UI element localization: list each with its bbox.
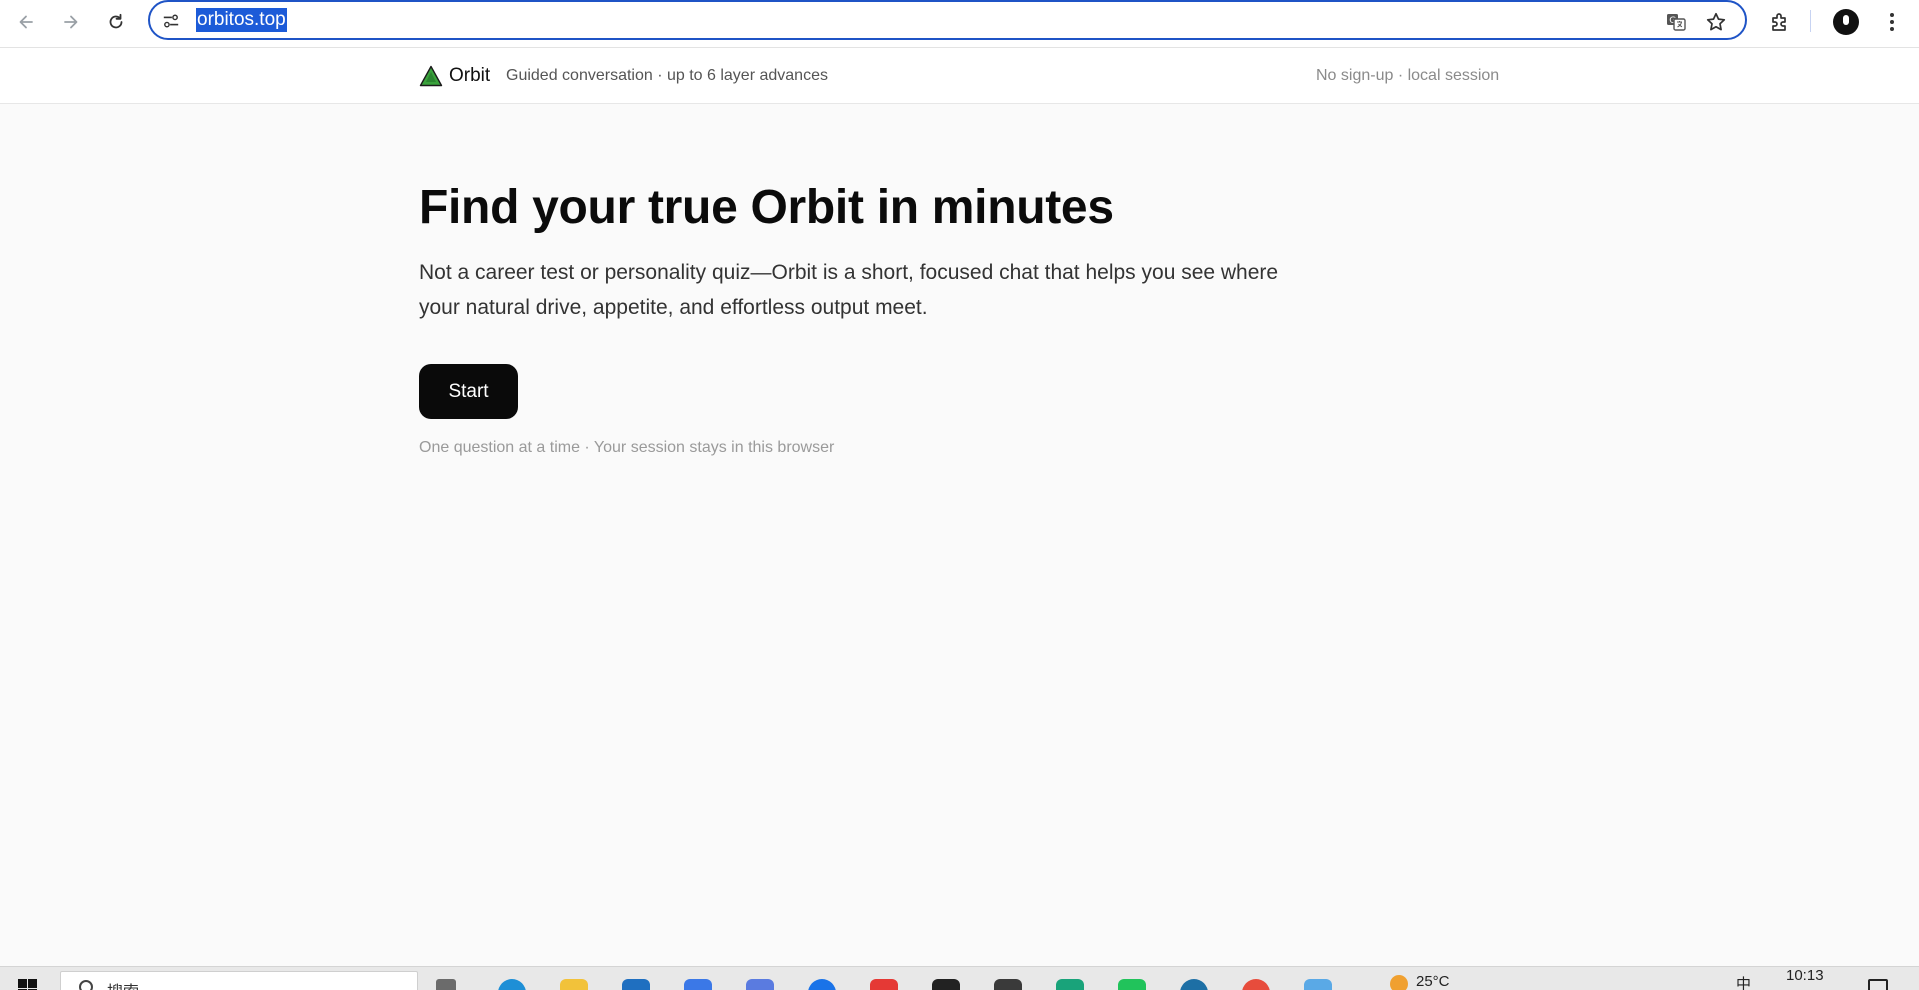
app-icon-dark[interactable]: [932, 979, 960, 990]
app-icon-indigo[interactable]: [746, 979, 774, 990]
session-note: No sign-up · local session: [1316, 67, 1500, 84]
brand-link[interactable]: Orbit: [419, 64, 490, 88]
store-icon[interactable]: [622, 979, 650, 990]
file-explorer-icon[interactable]: [560, 979, 588, 990]
browser-toolbar: orbitos.top G: [0, 0, 1919, 48]
address-bar[interactable]: orbitos.top G: [148, 0, 1747, 40]
toolbar-separator: [1810, 10, 1811, 32]
forward-arrow-icon: [64, 15, 78, 29]
wechat-icon[interactable]: [1118, 979, 1146, 990]
star-icon: [1706, 12, 1726, 31]
chrome-icon[interactable]: [1242, 979, 1270, 990]
taskbar-search-text: 搜索: [107, 978, 139, 990]
profile-button[interactable]: [1828, 4, 1864, 40]
edge-browser-icon[interactable]: [498, 979, 526, 990]
extensions-button[interactable]: [1762, 4, 1798, 40]
translate-button[interactable]: G: [1662, 8, 1690, 36]
terminal-icon[interactable]: [994, 979, 1022, 990]
app-icon-k[interactable]: [1180, 979, 1208, 990]
input-method-indicator[interactable]: 中: [1736, 973, 1751, 990]
app-icon-light-blue[interactable]: [1304, 979, 1332, 990]
bookmark-star-button[interactable]: [1702, 8, 1730, 36]
profile-avatar-icon: [1833, 9, 1859, 35]
extensions-icon: [1772, 13, 1786, 31]
app-icon-teal[interactable]: [1056, 979, 1084, 990]
translate-icon: G: [1667, 14, 1686, 31]
weather-icon[interactable]: [1390, 975, 1408, 990]
back-button[interactable]: [8, 4, 44, 40]
brand-name: Orbit: [449, 65, 491, 86]
more-menu-icon: [1890, 13, 1894, 31]
url-text[interactable]: orbitos.top: [196, 8, 287, 32]
app-icon-red[interactable]: [870, 979, 898, 990]
start-button[interactable]: Start: [419, 364, 518, 419]
taskbar-search-box[interactable]: 搜索: [60, 971, 418, 990]
header-tagline: Guided conversation · up to 6 layer adva…: [506, 67, 828, 84]
hero-title: Find your true Orbit in minutes: [419, 181, 1114, 234]
os-taskbar: 搜索 25°C 中 10:13: [0, 966, 1919, 990]
reload-button[interactable]: [98, 4, 134, 40]
site-settings-button[interactable]: [160, 10, 182, 32]
app-icon-blue[interactable]: [684, 979, 712, 990]
orbit-logo-icon: [419, 65, 443, 87]
forward-button[interactable]: [53, 4, 89, 40]
more-menu-button[interactable]: [1874, 4, 1910, 40]
reload-icon: [109, 13, 123, 29]
hero-footnote: One question at a time · Your session st…: [419, 439, 835, 456]
notification-icon[interactable]: [1868, 979, 1888, 990]
clock-time[interactable]: 10:13: [1786, 967, 1824, 984]
site-settings-icon: [163, 14, 179, 28]
site-header: Orbit Guided conversation · up to 6 laye…: [0, 48, 1919, 104]
hero-subtitle: Not a career test or personality quiz—Or…: [419, 261, 1279, 319]
app-icon-circle-blue[interactable]: [808, 979, 836, 990]
search-icon: [79, 980, 93, 990]
task-view-icon[interactable]: [436, 979, 456, 990]
windows-start-button[interactable]: [18, 979, 38, 990]
back-arrow-icon: [19, 15, 33, 29]
weather-temperature[interactable]: 25°C: [1416, 973, 1450, 990]
